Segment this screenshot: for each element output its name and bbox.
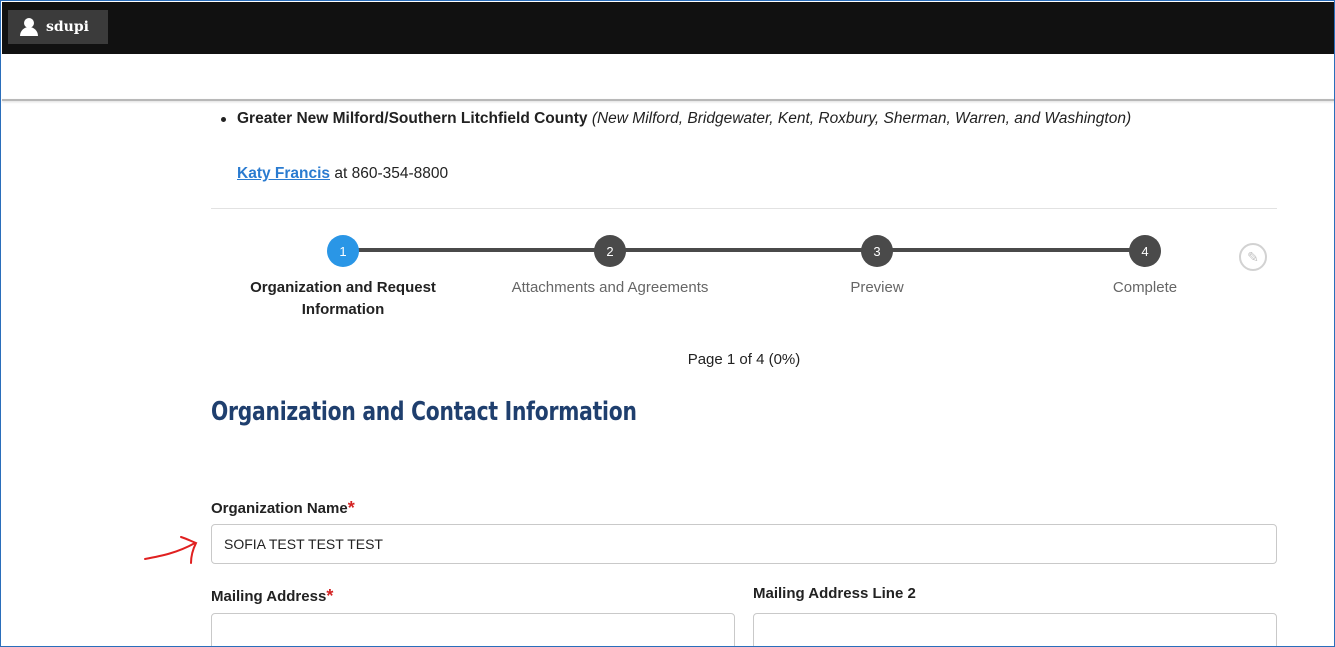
section-divider	[211, 208, 1277, 209]
step-4-circle[interactable]: 4	[1129, 235, 1161, 267]
edit-button[interactable]: ✎	[1239, 243, 1267, 271]
region-entry: Greater New Milford/Southern Litchfield …	[211, 107, 1201, 130]
page-progress-text: Page 1 of 4 (0%)	[687, 351, 801, 368]
step-3-label: Preview	[850, 279, 904, 296]
required-marker: *	[326, 586, 334, 606]
user-icon	[20, 18, 38, 36]
mailing-address-input[interactable]	[211, 613, 735, 646]
region-name: Greater New Milford/Southern Litchfield …	[237, 110, 588, 127]
region-towns: (New Milford, Bridgewater, Kent, Roxbury…	[591, 110, 1132, 127]
step-3-circle[interactable]: 3	[861, 235, 893, 267]
admin-toolbar: sdupi	[2, 2, 1334, 54]
stepper-track	[343, 248, 1147, 252]
step-1-label: Organization and Request Information	[250, 279, 436, 318]
org-name-label: Organization Name*	[211, 498, 355, 518]
username-label: sdupi	[46, 19, 89, 35]
header-divider	[2, 99, 1334, 101]
step-2-circle[interactable]: 2	[594, 235, 626, 267]
annotation-arrow-icon	[144, 536, 198, 564]
section-title: Organization and Contact Information	[211, 397, 637, 427]
mailing-address-label: Mailing Address*	[211, 586, 334, 606]
region-contact: Katy Francis at 860-354-8800	[237, 165, 448, 183]
contact-name-link[interactable]: Katy Francis	[237, 165, 330, 182]
step-4-label: Complete	[1112, 279, 1178, 296]
list-bullet	[221, 117, 226, 122]
step-1-circle[interactable]: 1	[327, 235, 359, 267]
mailing-address-line2-input[interactable]	[753, 613, 1277, 646]
window-frame: sdupi Greater New Milford/Southern Litch…	[0, 0, 1335, 647]
user-menu-button[interactable]: sdupi	[8, 10, 108, 44]
progress-stepper: 1 2 3 4 Organization and Request Informa…	[211, 231, 1277, 331]
contact-phone: at 860-354-8800	[334, 165, 449, 182]
required-marker: *	[347, 498, 355, 518]
mailing-address-line2-label: Mailing Address Line 2	[753, 585, 916, 602]
org-name-input[interactable]	[211, 524, 1277, 564]
pencil-icon: ✎	[1247, 248, 1259, 265]
step-2-label: Attachments and Agreements	[511, 279, 709, 296]
